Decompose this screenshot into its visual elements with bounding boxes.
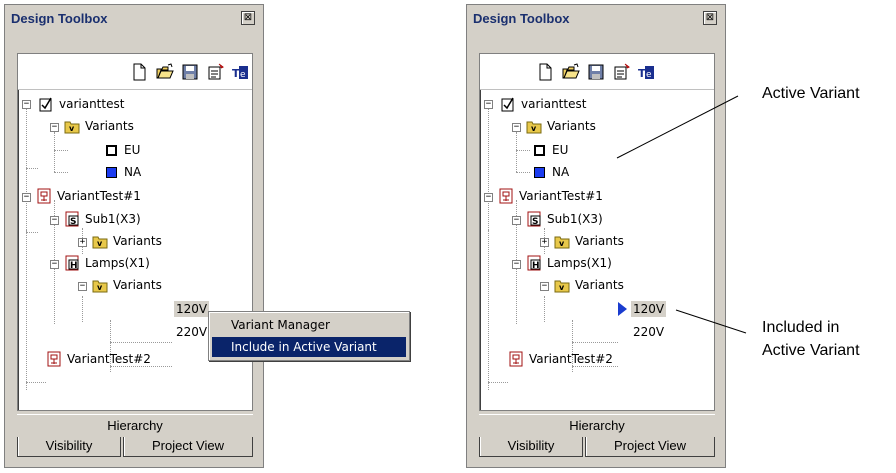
annotation-active-variant: Active Variant — [762, 85, 860, 102]
annotation-included-line2: Active Variant — [762, 342, 860, 359]
callout-line-active-variant — [616, 95, 739, 159]
callout-lines — [616, 95, 747, 334]
annotation-included-line1: Included in — [762, 319, 840, 336]
callout-line-included — [675, 309, 747, 334]
